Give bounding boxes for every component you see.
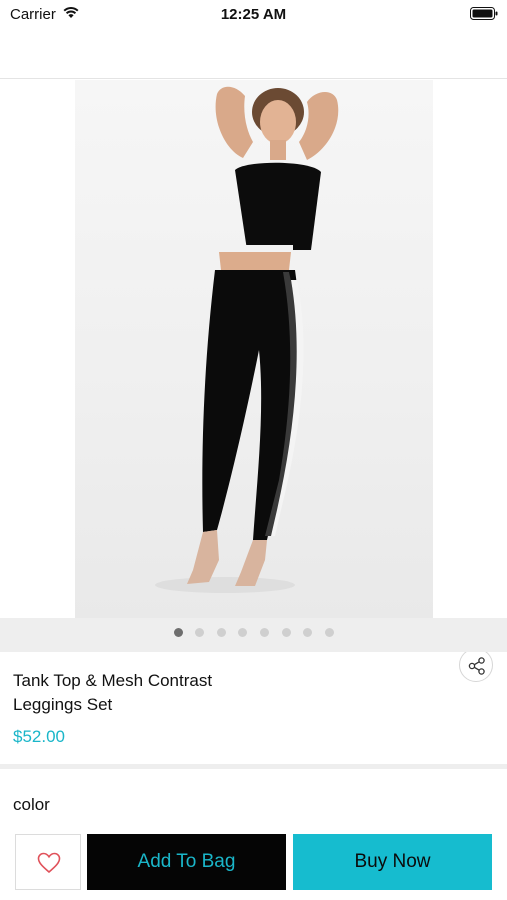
product-price: $52.00 xyxy=(13,727,65,746)
navigation-bar xyxy=(0,30,507,79)
share-button[interactable] xyxy=(459,648,493,682)
page-dot[interactable] xyxy=(195,628,204,637)
page-dot[interactable] xyxy=(282,628,291,637)
gallery-page-indicator xyxy=(0,618,507,652)
product-title: Tank Top & Mesh Contrast Leggings Set xyxy=(13,671,213,714)
page-dot[interactable] xyxy=(325,628,334,637)
add-to-bag-button[interactable]: Add To Bag xyxy=(87,834,286,890)
color-option-label: color xyxy=(13,795,50,814)
page-dot[interactable] xyxy=(303,628,312,637)
wishlist-button[interactable] xyxy=(15,834,81,890)
page-dot[interactable] xyxy=(260,628,269,637)
product-photo[interactable] xyxy=(75,80,433,618)
status-bar: Carrier 12:25 AM xyxy=(0,0,507,30)
heart-icon xyxy=(37,852,61,874)
share-icon xyxy=(468,657,485,675)
product-image-gallery[interactable] xyxy=(0,80,507,682)
clock: 12:25 AM xyxy=(220,6,287,23)
model-illustration xyxy=(155,86,339,593)
buy-now-button[interactable]: Buy Now xyxy=(293,834,492,890)
battery-icon xyxy=(470,7,498,20)
section-divider xyxy=(0,764,507,769)
page-dot[interactable] xyxy=(238,628,247,637)
page-dot-active[interactable] xyxy=(174,628,183,637)
page-dot[interactable] xyxy=(217,628,226,637)
